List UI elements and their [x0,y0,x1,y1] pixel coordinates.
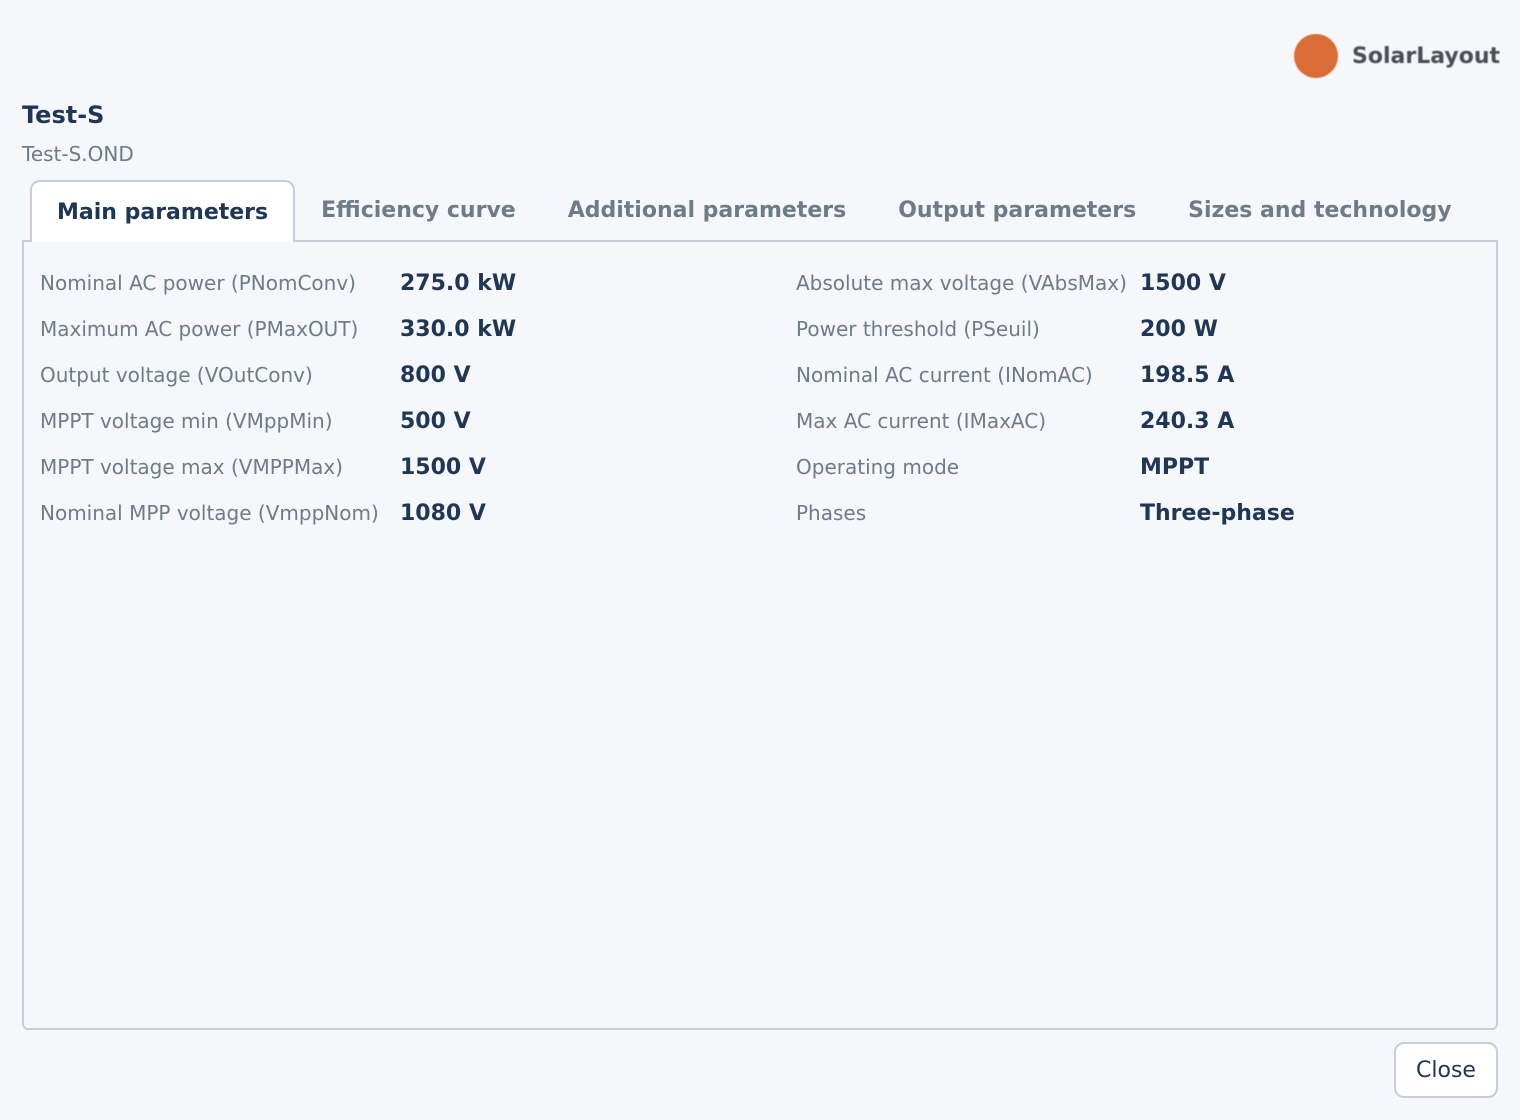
tab-efficiency-curve[interactable]: Efficiency curve [295,180,542,240]
param-label: Maximum AC power (PMaxOUT) [40,317,359,341]
param-row: Nominal AC power (PNomConv) 275.0 kW [40,260,516,306]
param-row: Nominal MPP voltage (VmppNom) 1080 V [40,490,516,536]
brand-name: SolarLayout [1352,43,1501,69]
param-value: MPPT [1140,454,1210,480]
param-row: Absolute max voltage (VAbsMax) 1500 V [796,260,1295,306]
tab-additional-parameters[interactable]: Additional parameters [542,180,872,240]
param-label: Absolute max voltage (VAbsMax) [796,271,1127,295]
param-value: 198.5 A [1140,362,1235,388]
tab-panel: Nominal AC power (PNomConv) 275.0 kW Max… [22,240,1498,1030]
param-row: Phases Three-phase [796,490,1295,536]
param-value: Three-phase [1140,500,1295,526]
param-row: Maximum AC power (PMaxOUT) 330.0 kW [40,306,516,352]
param-label: Operating mode [796,455,960,479]
param-value: 330.0 kW [400,316,517,342]
tab-sizes-and-technology[interactable]: Sizes and technology [1162,180,1477,240]
param-label: Nominal MPP voltage (VmppNom) [40,501,379,525]
params-column-right: Absolute max voltage (VAbsMax) 1500 V Po… [796,260,1295,536]
param-value: 1500 V [400,454,486,480]
param-row: Power threshold (PSeuil) 200 W [796,306,1295,352]
param-label: Output voltage (VOutConv) [40,363,313,387]
tab-bar: Main parameters Efficiency curve Additio… [30,180,1478,242]
param-row: MPPT voltage max (VMPPMax) 1500 V [40,444,516,490]
param-label: Power threshold (PSeuil) [796,317,1040,341]
param-row: Nominal AC current (INomAC) 198.5 A [796,352,1295,398]
brand-logo: SolarLayout [1294,34,1500,78]
param-label: MPPT voltage min (VMppMin) [40,409,333,433]
param-value: 1500 V [1140,270,1226,296]
param-row: MPPT voltage min (VMppMin) 500 V [40,398,516,444]
param-label: Phases [796,501,867,525]
param-value: 275.0 kW [400,270,517,296]
param-value: 1080 V [400,500,486,526]
params-column-left: Nominal AC power (PNomConv) 275.0 kW Max… [40,260,516,536]
param-label: Nominal AC power (PNomConv) [40,271,356,295]
tab-main-parameters[interactable]: Main parameters [30,180,296,242]
param-value: 240.3 A [1140,408,1235,434]
param-row: Output voltage (VOutConv) 800 V [40,352,516,398]
tab-output-parameters[interactable]: Output parameters [872,180,1162,240]
close-button[interactable]: Close [1394,1042,1498,1098]
sun-logo-icon [1294,34,1338,78]
param-label: Max AC current (IMaxAC) [796,409,1047,433]
file-name: Test-S.OND [22,142,134,166]
param-value: 200 W [1140,316,1218,342]
param-label: MPPT voltage max (VMPPMax) [40,455,343,479]
param-row: Max AC current (IMaxAC) 240.3 A [796,398,1295,444]
param-row: Operating mode MPPT [796,444,1295,490]
page-title: Test-S [22,101,105,129]
param-value: 800 V [400,362,471,388]
param-value: 500 V [400,408,471,434]
param-label: Nominal AC current (INomAC) [796,363,1093,387]
